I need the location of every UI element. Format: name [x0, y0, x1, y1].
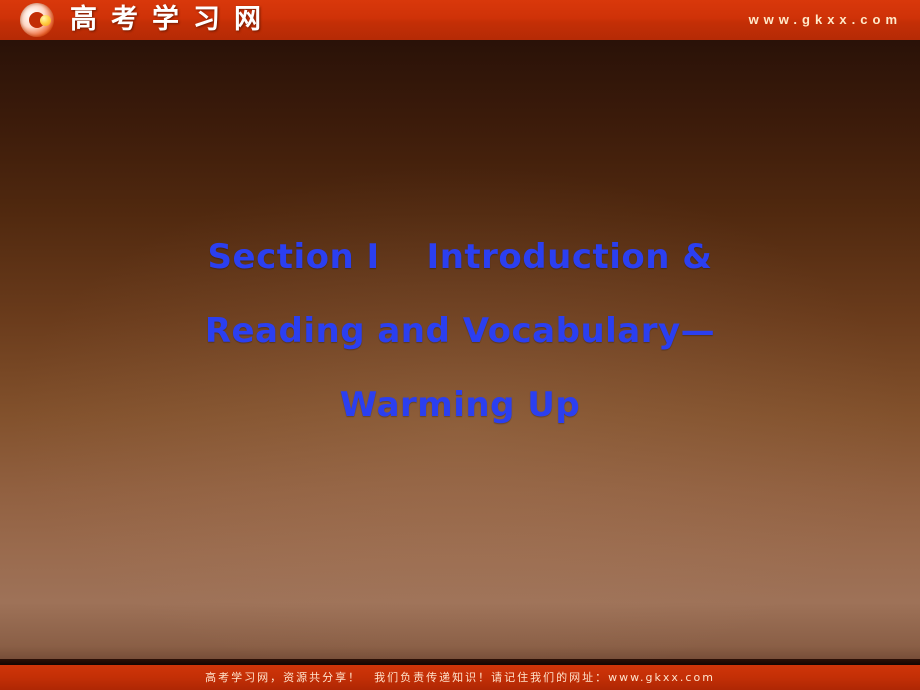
gkxx-circle-logo-icon — [20, 3, 56, 37]
slide-title-line-3: Warming Up — [339, 385, 581, 425]
logo-dot-shape — [40, 15, 51, 26]
site-name: 高考学习网 — [70, 4, 275, 35]
slide-title: Section Ⅰ Introduction & Reading and Voc… — [0, 220, 920, 442]
footer-text: 高考学习网，资源共分享！ 我们负责传递知识！请记住我们的网址：www.gkxx.… — [205, 671, 715, 684]
slide-title-line-1: Section Ⅰ Introduction & — [207, 237, 713, 277]
slide-title-line-2: Reading and Vocabulary— — [204, 311, 716, 351]
site-header: 高考学习网 www.gkxx.com — [0, 0, 920, 40]
site-url: www.gkxx.com — [748, 12, 902, 27]
site-footer: 高考学习网，资源共分享！ 我们负责传递知识！请记住我们的网址：www.gkxx.… — [0, 665, 920, 690]
slide-body: Section Ⅰ Introduction & Reading and Voc… — [0, 40, 920, 665]
presentation-slide: 高考学习网 www.gkxx.com Section Ⅰ Introductio… — [0, 0, 920, 690]
